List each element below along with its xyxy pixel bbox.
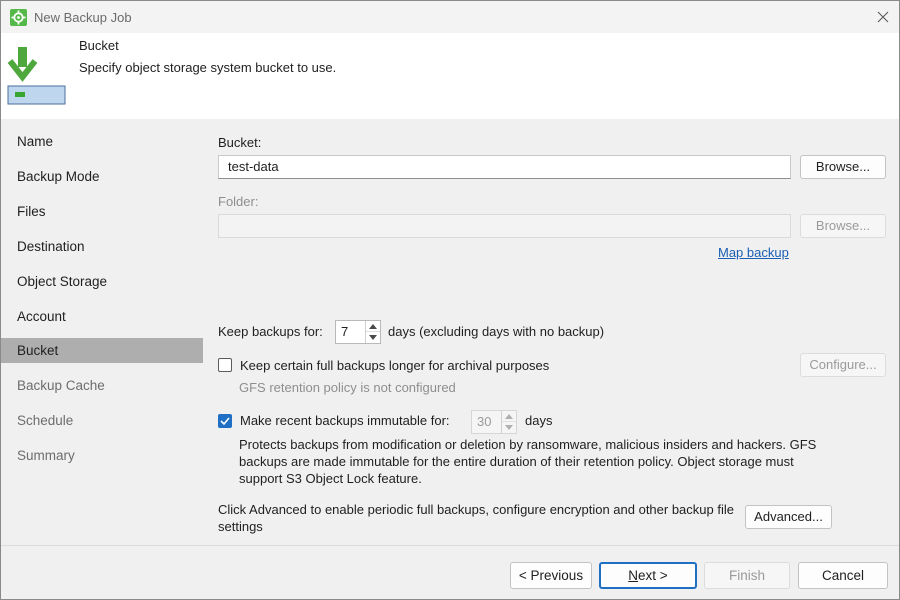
bucket-settings-panel: Bucket: test-data Browse... Folder: Brow… [203, 119, 899, 545]
sidebar-item-object-storage[interactable]: Object Storage [1, 269, 203, 294]
gfs-checkbox-label[interactable]: Keep certain full backups longer for arc… [240, 358, 549, 373]
chevron-up-icon [369, 324, 377, 329]
download-arrow-icon [7, 45, 67, 107]
chevron-down-icon [505, 425, 513, 430]
sidebar-item-account[interactable]: Account [1, 304, 203, 329]
close-icon [877, 11, 889, 23]
keep-backups-decrement-button[interactable] [366, 332, 380, 343]
keep-backups-value: 7 [341, 324, 349, 339]
bucket-input[interactable]: test-data [218, 155, 791, 179]
configure-button: Configure... [800, 353, 886, 377]
wizard-footer: < Previous Next > Finish Cancel [1, 545, 899, 599]
page-title: Bucket [79, 38, 119, 53]
folder-label: Folder: [218, 194, 259, 209]
immutable-days-stepper: 30 [471, 410, 517, 434]
keep-backups-spin-arrows [365, 321, 380, 343]
window-title: New Backup Job [34, 10, 132, 25]
folder-browse-button: Browse... [800, 214, 886, 238]
next-mnemonic: N [628, 568, 639, 583]
next-button[interactable]: Next > [599, 562, 697, 589]
veeam-app-icon [10, 9, 27, 26]
next-label: ext > [638, 568, 668, 583]
gfs-status-text: GFS retention policy is not configured [239, 380, 456, 395]
chevron-up-icon [505, 414, 513, 419]
sidebar-item-schedule: Schedule [17, 413, 74, 428]
sidebar-item-name[interactable]: Name [1, 129, 203, 154]
immutable-checkbox[interactable] [218, 414, 232, 428]
sidebar-item-backup-cache: Backup Cache [17, 378, 105, 393]
bucket-browse-button[interactable]: Browse... [800, 155, 886, 179]
advanced-button[interactable]: Advanced... [745, 505, 832, 529]
immutable-checkbox-label[interactable]: Make recent backups immutable for: [240, 413, 450, 428]
previous-button[interactable]: < Previous [510, 562, 592, 589]
immutable-days-increment-button [502, 411, 516, 422]
keep-backups-label: Keep backups for: [218, 324, 323, 339]
chevron-down-icon [369, 335, 377, 340]
keep-backups-increment-button[interactable] [366, 321, 380, 332]
folder-input [218, 214, 791, 238]
immutable-days-value: 30 [477, 414, 492, 429]
immutable-days-spin-arrows [501, 411, 516, 433]
advanced-description: Click Advanced to enable periodic full b… [218, 502, 734, 534]
checkmark-icon [220, 417, 230, 426]
new-backup-job-window: New Backup Job Bucket Specify object sto… [0, 0, 900, 600]
map-backup-link[interactable]: Map backup [718, 245, 789, 260]
gfs-checkbox[interactable] [218, 358, 232, 372]
wizard-header: Bucket Specify object storage system buc… [1, 33, 899, 119]
sidebar-item-summary: Summary [17, 448, 75, 463]
immutable-days-suffix: days [525, 413, 553, 428]
sidebar-item-destination[interactable]: Destination [1, 234, 203, 259]
sidebar-item-backup-mode[interactable]: Backup Mode [1, 164, 203, 189]
title-bar: New Backup Job [1, 1, 899, 33]
page-description: Specify object storage system bucket to … [79, 60, 337, 75]
finish-button: Finish [704, 562, 790, 589]
cancel-button[interactable]: Cancel [798, 562, 888, 589]
immutable-days-decrement-button [502, 422, 516, 433]
close-button[interactable] [869, 1, 899, 33]
bucket-label: Bucket: [218, 135, 262, 150]
sidebar-item-bucket[interactable]: Bucket [1, 338, 203, 363]
keep-backups-suffix: days (excluding days with no backup) [388, 324, 605, 339]
sidebar-item-files[interactable]: Files [1, 199, 203, 224]
immutable-description: Protects backups from modification or de… [239, 437, 817, 486]
wizard-steps-sidebar: Name Backup Mode Files Destination Objec… [1, 119, 203, 545]
keep-backups-stepper[interactable]: 7 [335, 320, 381, 344]
